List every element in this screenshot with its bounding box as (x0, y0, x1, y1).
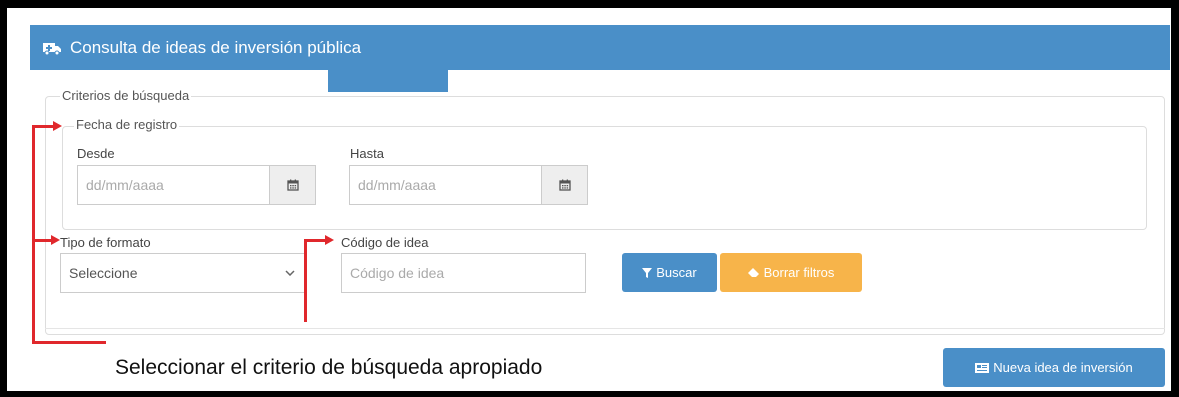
active-tab-indicator (328, 70, 448, 92)
panel-header: Consulta de ideas de inversión pública (30, 25, 1170, 70)
annotation-code-vertical (304, 239, 307, 322)
clear-filters-label: Borrar filtros (763, 265, 835, 280)
annotation-arrowhead-format (51, 235, 60, 245)
annotation-caption: Seleccionar el criterio de búsqueda apro… (115, 356, 543, 379)
annotation-arrow-format-line (32, 239, 52, 242)
from-date-calendar-button[interactable] (270, 165, 316, 205)
eraser-icon (747, 267, 759, 277)
annotation-bottom-line (32, 341, 106, 344)
divider (45, 328, 1165, 329)
annotation-bracket-line (32, 126, 35, 344)
to-date-placeholder: dd/mm/aaaa (358, 177, 436, 193)
to-date-calendar-button[interactable] (542, 165, 588, 205)
format-type-selected: Seleccione (69, 265, 138, 281)
clear-filters-button[interactable]: Borrar filtros (720, 253, 862, 292)
annotation-arrowhead-code (325, 235, 334, 245)
idea-code-label: Código de idea (341, 235, 429, 250)
from-date-placeholder: dd/mm/aaaa (86, 177, 164, 193)
ambulance-icon (43, 42, 61, 55)
annotation-arrowhead-date (53, 121, 62, 131)
calendar-icon (558, 179, 571, 191)
search-button[interactable]: Buscar (622, 253, 717, 292)
format-type-select[interactable]: Seleccione (60, 253, 306, 293)
from-date-label: Desde (77, 146, 115, 161)
idea-code-input[interactable]: Código de idea (341, 253, 586, 293)
panel-title: Consulta de ideas de inversión pública (70, 37, 362, 57)
search-button-label: Buscar (656, 265, 697, 280)
to-date-input[interactable]: dd/mm/aaaa (349, 165, 542, 205)
annotation-arrow-date-line (32, 125, 54, 128)
format-type-label: Tipo de formato (60, 235, 151, 250)
filter-icon (642, 267, 653, 278)
chevron-down-icon (285, 270, 295, 276)
search-criteria-legend: Criterios de búsqueda (60, 88, 192, 103)
new-idea-button[interactable]: Nueva idea de inversión (943, 348, 1165, 387)
new-idea-label: Nueva idea de inversión (993, 360, 1133, 375)
date-range-legend: Fecha de registro (74, 117, 180, 132)
newspaper-icon (975, 362, 990, 373)
from-date-input[interactable]: dd/mm/aaaa (77, 165, 270, 205)
calendar-icon (286, 179, 299, 191)
idea-code-placeholder: Código de idea (350, 265, 445, 281)
annotation-arrow-code-line (304, 239, 326, 242)
to-date-label: Hasta (350, 146, 384, 161)
